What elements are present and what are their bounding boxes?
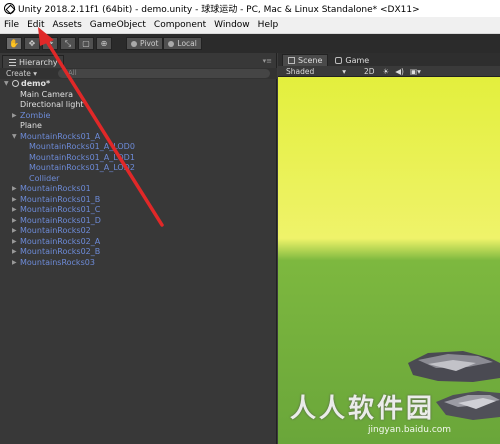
annotation-arrow-svg (38, 27, 164, 227)
watermark-url: jingyan.baidu.com (368, 425, 452, 435)
watermark-text: 人人软件园 (290, 394, 436, 424)
annotation-arrow (38, 27, 164, 227)
